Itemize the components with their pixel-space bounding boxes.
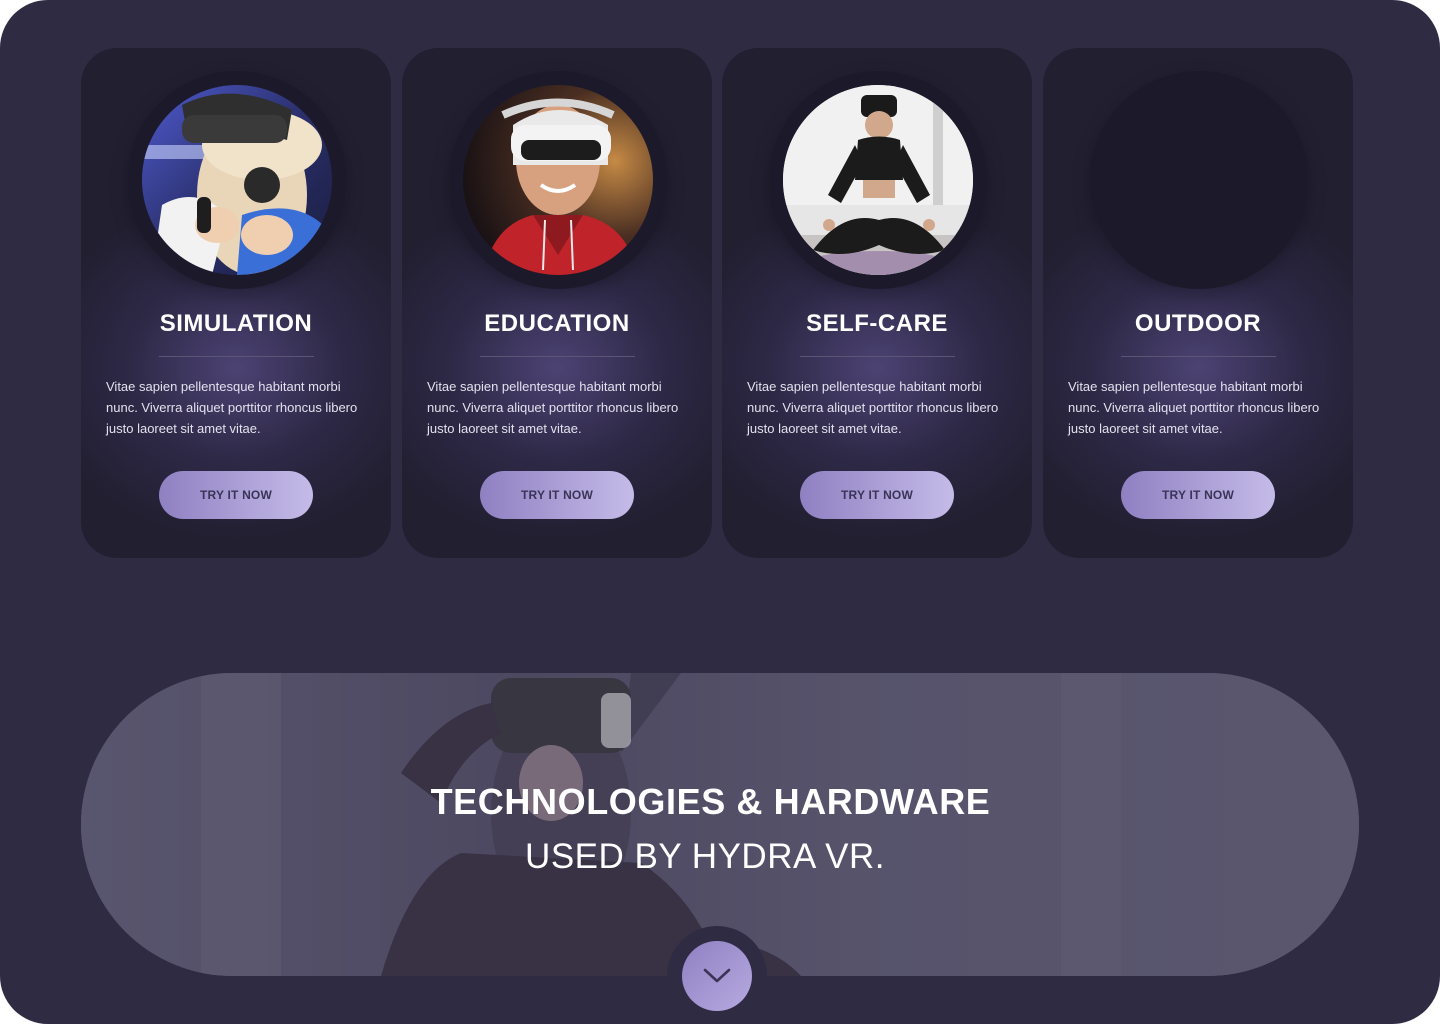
card-photo-simulation: [142, 85, 332, 275]
card-divider: [800, 356, 955, 357]
card-description: Vitae sapien pellentesque habitant morbi…: [747, 379, 999, 436]
card-photo-placeholder: [1090, 71, 1308, 289]
card-description: Vitae sapien pellentesque habitant morbi…: [1068, 379, 1320, 436]
card-photo-frame: [769, 71, 987, 289]
banner-subheading: USED BY HYDRA VR.: [525, 837, 885, 876]
card-outdoor: OUTDOOR Vitae sapien pellentesque habita…: [1043, 48, 1353, 558]
card-photo-education: [463, 85, 653, 275]
try-it-now-button-outdoor[interactable]: TRY IT NOW: [1121, 471, 1275, 519]
card-title: EDUCATION: [484, 310, 630, 337]
try-it-now-button-education[interactable]: TRY IT NOW: [480, 471, 634, 519]
card-photo-frame: [128, 71, 346, 289]
card-description: Vitae sapien pellentesque habitant morbi…: [106, 379, 358, 436]
card-divider: [1121, 356, 1276, 357]
card-self-care: SELF-CARE Vitae sapien pellentesque habi…: [722, 48, 1032, 558]
card-education: EDUCATION Vitae sapien pellentesque habi…: [402, 48, 712, 558]
card-photo-frame: [449, 71, 667, 289]
card-title: SELF-CARE: [806, 310, 948, 337]
scroll-down-button[interactable]: [682, 941, 752, 1011]
try-it-now-button-simulation[interactable]: TRY IT NOW: [159, 471, 313, 519]
try-it-now-button-self-care[interactable]: TRY IT NOW: [800, 471, 954, 519]
card-simulation: SIMULATION Vitae sapien pellentesque hab…: [81, 48, 391, 558]
card-title: OUTDOOR: [1134, 310, 1262, 337]
banner-heading: TECHNOLOGIES & HARDWARE: [430, 781, 991, 822]
card-photo-self-care: [783, 85, 973, 275]
card-title: SIMULATION: [159, 310, 313, 337]
card-divider: [159, 356, 314, 357]
chevron-down-icon: [701, 966, 733, 986]
card-description: Vitae sapien pellentesque habitant morbi…: [427, 379, 679, 436]
card-divider: [480, 356, 635, 357]
page: SIMULATION Vitae sapien pellentesque hab…: [0, 0, 1440, 1024]
